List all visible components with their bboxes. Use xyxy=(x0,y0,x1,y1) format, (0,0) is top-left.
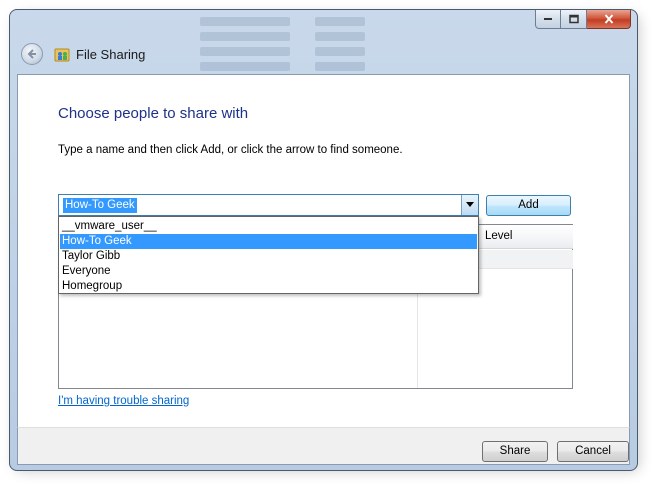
share-button[interactable]: Share xyxy=(482,441,548,462)
column-header-label: Level xyxy=(485,230,513,242)
name-input[interactable]: How-To Geek xyxy=(63,198,137,213)
maximize-button[interactable] xyxy=(561,10,587,29)
dropdown-item[interactable]: __vmware_user__ xyxy=(60,219,477,234)
dropdown-arrow-button[interactable] xyxy=(461,195,478,215)
cancel-button[interactable]: Cancel xyxy=(557,441,629,462)
close-button[interactable] xyxy=(587,10,631,29)
maximize-icon xyxy=(568,14,579,24)
instructions-text: Type a name and then click Add, or click… xyxy=(58,144,403,156)
file-sharing-window: File Sharing Choose people to share with… xyxy=(9,9,638,471)
dropdown-item[interactable]: Everyone xyxy=(60,264,477,279)
dropdown-item[interactable]: Homegroup xyxy=(60,279,477,294)
dropdown-item-selected[interactable]: How-To Geek xyxy=(60,234,477,249)
back-button[interactable] xyxy=(21,43,43,65)
name-dropdown-list[interactable]: __vmware_user__ How-To Geek Taylor Gibb … xyxy=(58,216,479,294)
back-arrow-icon xyxy=(27,49,36,59)
minimize-button[interactable] xyxy=(535,10,561,29)
add-button[interactable]: Add xyxy=(486,195,571,216)
file-sharing-people-icon xyxy=(54,48,70,62)
minimize-icon xyxy=(544,18,552,20)
window-title: File Sharing xyxy=(76,47,146,62)
title-bar: File Sharing xyxy=(10,10,637,74)
trouble-sharing-link[interactable]: I'm having trouble sharing xyxy=(58,395,189,407)
dropdown-item[interactable]: Taylor Gibb xyxy=(60,249,477,264)
content-area: Choose people to share with Type a name … xyxy=(17,74,630,428)
name-combo-box[interactable]: How-To Geek xyxy=(58,194,479,216)
caption-buttons xyxy=(535,10,631,30)
close-icon xyxy=(604,14,613,24)
page-heading: Choose people to share with xyxy=(58,105,249,122)
dialog-footer: Share Cancel xyxy=(17,427,630,465)
chevron-down-icon xyxy=(466,202,474,207)
